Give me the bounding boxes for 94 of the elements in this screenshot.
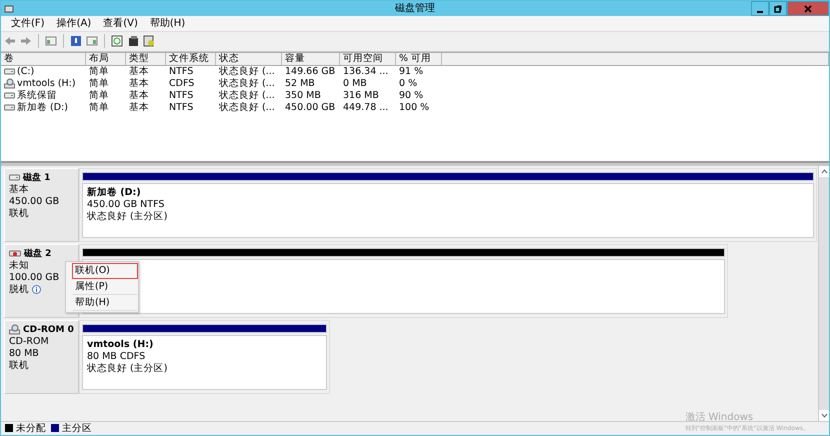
cell-text: 52 MB (285, 78, 315, 90)
cell-text: 简单 (89, 78, 109, 90)
refresh-icon[interactable] (111, 35, 123, 48)
cell-text: 350 MB (285, 90, 321, 102)
menu-item[interactable]: 操作(A) (50, 16, 98, 30)
disk-info-text: 脱机 (9, 284, 29, 296)
disc-drive-icon (9, 324, 20, 336)
cell-text: 状态良好 (... (219, 90, 275, 102)
column-header[interactable]: 容量 (282, 52, 340, 65)
drive-icon (4, 104, 15, 112)
close-button[interactable] (787, 1, 829, 16)
cell-text: NTFS (169, 90, 194, 102)
disk-info-text: 基本 (9, 184, 29, 196)
cell-text: 状态良好 (... (219, 78, 275, 90)
partition-info-text: 状态良好 (主分区) (87, 210, 168, 223)
partition-name: vmtools (H:) (87, 338, 154, 351)
column-header[interactable]: 类型 (126, 52, 166, 65)
disk-info-text: 80 MB (9, 348, 39, 360)
disk-info-text: 未知 (9, 260, 29, 272)
column-header[interactable]: 卷 (1, 52, 86, 65)
cell-text: NTFS (169, 66, 194, 78)
column-header[interactable]: 布局 (86, 52, 126, 65)
partition-info-text: 状态良好 (主分区) (87, 362, 168, 375)
panel-icon[interactable] (86, 35, 98, 48)
cell-text: 149.66 GB (285, 66, 336, 78)
panel-icon[interactable] (45, 35, 57, 48)
cell-text: 状态良好 (... (219, 102, 275, 114)
restore-icon (774, 4, 782, 12)
drive-icon (9, 174, 20, 182)
column-header[interactable]: 状态 (216, 52, 282, 65)
cell-text: CDFS (169, 78, 194, 90)
cell-text: 450.00 GB (285, 102, 336, 114)
disc-drive-icon (4, 78, 15, 90)
cell-text: 316 MB (343, 90, 379, 102)
column-header[interactable]: % 可用 (396, 52, 442, 65)
cell-text: 基本 (129, 78, 149, 90)
menu-item[interactable]: 文件(F) (5, 16, 51, 30)
cell-text: 状态良好 (... (219, 66, 275, 78)
partition-panel[interactable]: vmtools (H:) 80 MB CDFS 状态良好 (主分区) (79, 320, 330, 394)
partition-panel[interactable]: 新加卷 (D:) 450.00 GB NTFS 状态良好 (主分区) (79, 168, 817, 242)
cell-text: 简单 (89, 102, 109, 114)
cell-text: 基本 (129, 102, 149, 114)
disk-name: 磁盘 2 (24, 248, 52, 260)
menu-item[interactable]: 查看(V) (97, 16, 144, 30)
menu-entry[interactable]: 属性(P) (72, 278, 138, 295)
cell-text: 基本 (129, 90, 149, 102)
cell-text: 简单 (89, 66, 109, 78)
disk-info-text: 联机 (9, 360, 29, 372)
disk-label-panel[interactable]: CD-ROM 0 CD-ROM 80 MB 联机 (4, 320, 79, 394)
restore-button[interactable] (769, 1, 787, 16)
disk-label-panel[interactable]: 磁盘 1 基本 450.00 GB 联机 (4, 168, 79, 242)
drive-icon (4, 68, 15, 76)
cell-text: 91 % (399, 66, 424, 78)
disk-info-text: 联机 (9, 208, 29, 220)
scrollbar[interactable] (818, 166, 829, 421)
minimize-icon (757, 10, 763, 12)
window-title: 磁盘管理 (394, 2, 436, 16)
scroll-up-icon[interactable] (820, 168, 828, 174)
cell-text: 0 % (399, 78, 418, 90)
menu-item[interactable]: 帮助(H) (144, 16, 192, 30)
partition-name: 新加卷 (D:) (87, 186, 142, 199)
cell-text: 136.34 ... (343, 66, 388, 78)
info-icon (32, 285, 41, 294)
close-icon (804, 4, 812, 12)
partition-info-text: 450.00 GB NTFS (87, 198, 166, 211)
scroll-down-icon[interactable] (820, 412, 828, 418)
cell-text: 新加卷 (D:) (17, 102, 68, 114)
disk-info-text: CD-ROM (9, 336, 49, 348)
app-icon (4, 4, 14, 14)
partition-info-text: 80 MB CDFS (87, 350, 146, 363)
cell-text: NTFS (169, 102, 194, 114)
disk-info-text: 100.00 GB (9, 272, 60, 284)
column-header[interactable]: 可用空间 (340, 52, 396, 65)
disk-info-text: 450.00 GB (9, 196, 60, 208)
menu-entry[interactable]: 帮助(H) (72, 294, 138, 311)
cell-text: vmtools (H:) (17, 78, 76, 90)
menu-entry[interactable]: 联机(O) (72, 262, 138, 279)
cell-text: 0 MB (343, 78, 367, 90)
activation-title: 激活 Windows (685, 411, 754, 424)
cell-text: (C:) (17, 66, 34, 78)
legend-label: 未分配 (16, 422, 46, 435)
disk-name: 磁盘 1 (23, 172, 50, 184)
column-header[interactable]: 文件系统 (166, 52, 216, 65)
disk-error-icon (9, 250, 21, 258)
cell-text: 系统保留 (17, 90, 57, 102)
cell-text: 90 % (399, 90, 424, 102)
legend-label: 主分区 (62, 422, 92, 435)
drive-icon (4, 92, 15, 100)
cell-text: 简单 (89, 90, 109, 102)
cell-text: 449.78 ... (343, 102, 388, 114)
cell-text: 基本 (129, 66, 149, 78)
minimize-button[interactable] (751, 1, 769, 16)
cell-text: 100 % (399, 102, 430, 114)
disk-name: CD-ROM 0 (23, 324, 74, 336)
